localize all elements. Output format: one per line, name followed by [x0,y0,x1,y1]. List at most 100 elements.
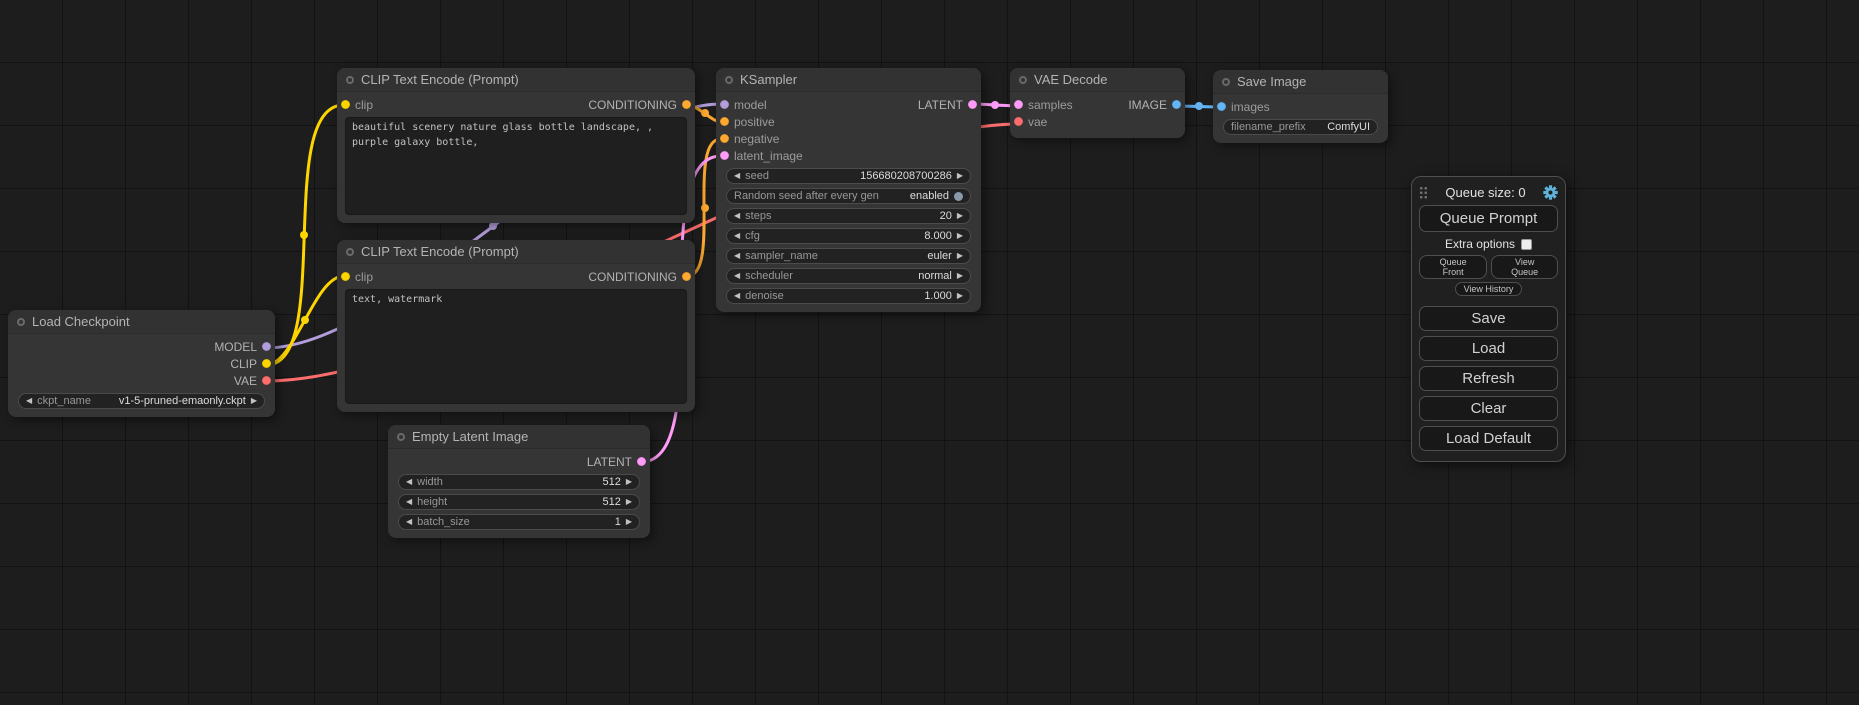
input-slot-samples[interactable]: samples [1014,98,1073,112]
load-button[interactable]: Load [1419,336,1558,361]
clear-button[interactable]: Clear [1419,396,1558,421]
drag-handle-icon[interactable] [1419,186,1428,199]
widget-batch-size[interactable]: ◀ batch_size 1 ▶ [398,514,640,530]
positive-prompt-textarea[interactable]: beautiful scenery nature glass bottle la… [345,117,687,215]
node-title-bar[interactable]: Empty Latent Image [388,425,650,449]
collapse-dot-icon[interactable] [346,76,354,84]
queue-front-button[interactable]: Queue Front [1419,255,1487,279]
widget-ckpt-name[interactable]: ◀ ckpt_name v1-5-pruned-emaonly.ckpt ▶ [18,393,265,409]
increment-arrow-icon[interactable]: ▶ [251,397,257,405]
widget-filename-prefix[interactable]: filename_prefix ComfyUI [1223,119,1378,135]
queue-prompt-button[interactable]: Queue Prompt [1419,205,1558,232]
node-title-bar[interactable]: Save Image [1213,70,1388,94]
increment-arrow-icon[interactable]: ▶ [626,518,632,526]
negative-prompt-textarea[interactable]: text, watermark [345,289,687,404]
widget-random-seed-toggle[interactable]: Random seed after every gen enabled [726,188,971,204]
input-dot-samples[interactable] [1014,100,1023,109]
output-slot-model[interactable]: MODEL [214,340,271,354]
input-dot-positive[interactable] [720,117,729,126]
output-slot-latent[interactable]: LATENT [587,455,646,469]
decrement-arrow-icon[interactable]: ◀ [734,172,740,180]
collapse-dot-icon[interactable] [397,433,405,441]
widget-denoise[interactable]: ◀ denoise 1.000 ▶ [726,288,971,304]
input-slot-images[interactable]: images [1217,100,1270,114]
node-title-bar[interactable]: VAE Decode [1010,68,1185,92]
output-dot-latent[interactable] [968,100,977,109]
node-empty-latent-image[interactable]: Empty Latent Image LATENT ◀ width 512 ▶ … [388,425,650,538]
increment-arrow-icon[interactable]: ▶ [626,498,632,506]
output-dot-clip[interactable] [262,359,271,368]
increment-arrow-icon[interactable]: ▶ [957,212,963,220]
input-slot-negative[interactable]: negative [720,132,779,146]
increment-arrow-icon[interactable]: ▶ [626,478,632,486]
node-clip-text-encode-negative[interactable]: CLIP Text Encode (Prompt) clip CONDITION… [337,240,695,412]
node-ksampler[interactable]: KSampler model LATENT positive [716,68,981,312]
output-slot-image[interactable]: IMAGE [1128,98,1181,112]
collapse-dot-icon[interactable] [1222,78,1230,86]
input-dot-latent-image[interactable] [720,151,729,160]
extra-options-checkbox[interactable] [1521,239,1532,250]
output-slot-latent[interactable]: LATENT [918,98,977,112]
collapse-dot-icon[interactable] [346,248,354,256]
output-dot-conditioning[interactable] [682,272,691,281]
input-slot-vae[interactable]: vae [1014,115,1047,129]
collapse-dot-icon[interactable] [725,76,733,84]
node-title-bar[interactable]: KSampler [716,68,981,92]
input-dot-vae[interactable] [1014,117,1023,126]
output-slot-conditioning[interactable]: CONDITIONING [588,98,691,112]
output-dot-image[interactable] [1172,100,1181,109]
input-slot-positive[interactable]: positive [720,115,775,129]
load-default-button[interactable]: Load Default [1419,426,1558,451]
widget-sampler-name[interactable]: ◀ sampler_name euler ▶ [726,248,971,264]
widget-steps[interactable]: ◀ steps 20 ▶ [726,208,971,224]
input-slot-clip[interactable]: clip [341,98,373,112]
decrement-arrow-icon[interactable]: ◀ [734,252,740,260]
graph-canvas[interactable]: Load Checkpoint MODEL CLIP VAE [0,0,1859,705]
input-slot-model[interactable]: model [720,98,767,112]
decrement-arrow-icon[interactable]: ◀ [406,478,412,486]
widget-height[interactable]: ◀ height 512 ▶ [398,494,640,510]
increment-arrow-icon[interactable]: ▶ [957,272,963,280]
save-button[interactable]: Save [1419,306,1558,331]
decrement-arrow-icon[interactable]: ◀ [734,212,740,220]
decrement-arrow-icon[interactable]: ◀ [26,397,32,405]
increment-arrow-icon[interactable]: ▶ [957,172,963,180]
input-slot-latent-image[interactable]: latent_image [720,149,803,163]
input-slot-clip[interactable]: clip [341,270,373,284]
output-slot-clip[interactable]: CLIP [230,357,271,371]
node-vae-decode[interactable]: VAE Decode samples IMAGE vae [1010,68,1185,138]
settings-gear-icon[interactable] [1543,185,1558,200]
collapse-dot-icon[interactable] [1019,76,1027,84]
output-dot-model[interactable] [262,342,271,351]
input-dot-clip[interactable] [341,100,350,109]
increment-arrow-icon[interactable]: ▶ [957,292,963,300]
increment-arrow-icon[interactable]: ▶ [957,232,963,240]
toggle-on-icon[interactable] [954,192,963,201]
increment-arrow-icon[interactable]: ▶ [957,252,963,260]
collapse-dot-icon[interactable] [17,318,25,326]
view-queue-button[interactable]: View Queue [1491,255,1558,279]
decrement-arrow-icon[interactable]: ◀ [734,292,740,300]
input-dot-clip[interactable] [341,272,350,281]
input-dot-model[interactable] [720,100,729,109]
output-slot-vae[interactable]: VAE [234,374,271,388]
node-title-bar[interactable]: CLIP Text Encode (Prompt) [337,68,695,92]
decrement-arrow-icon[interactable]: ◀ [406,518,412,526]
input-dot-images[interactable] [1217,102,1226,111]
node-save-image[interactable]: Save Image images filename_prefix ComfyU… [1213,70,1388,143]
widget-width[interactable]: ◀ width 512 ▶ [398,474,640,490]
widget-cfg[interactable]: ◀ cfg 8.000 ▶ [726,228,971,244]
input-dot-negative[interactable] [720,134,729,143]
output-dot-conditioning[interactable] [682,100,691,109]
output-dot-latent[interactable] [637,457,646,466]
view-history-button[interactable]: View History [1455,282,1523,296]
widget-seed[interactable]: ◀ seed 156680208700286 ▶ [726,168,971,184]
refresh-button[interactable]: Refresh [1419,366,1558,391]
node-clip-text-encode-positive[interactable]: CLIP Text Encode (Prompt) clip CONDITION… [337,68,695,223]
decrement-arrow-icon[interactable]: ◀ [734,272,740,280]
node-title-bar[interactable]: CLIP Text Encode (Prompt) [337,240,695,264]
decrement-arrow-icon[interactable]: ◀ [734,232,740,240]
widget-scheduler[interactable]: ◀ scheduler normal ▶ [726,268,971,284]
output-slot-conditioning[interactable]: CONDITIONING [588,270,691,284]
node-load-checkpoint[interactable]: Load Checkpoint MODEL CLIP VAE [8,310,275,417]
